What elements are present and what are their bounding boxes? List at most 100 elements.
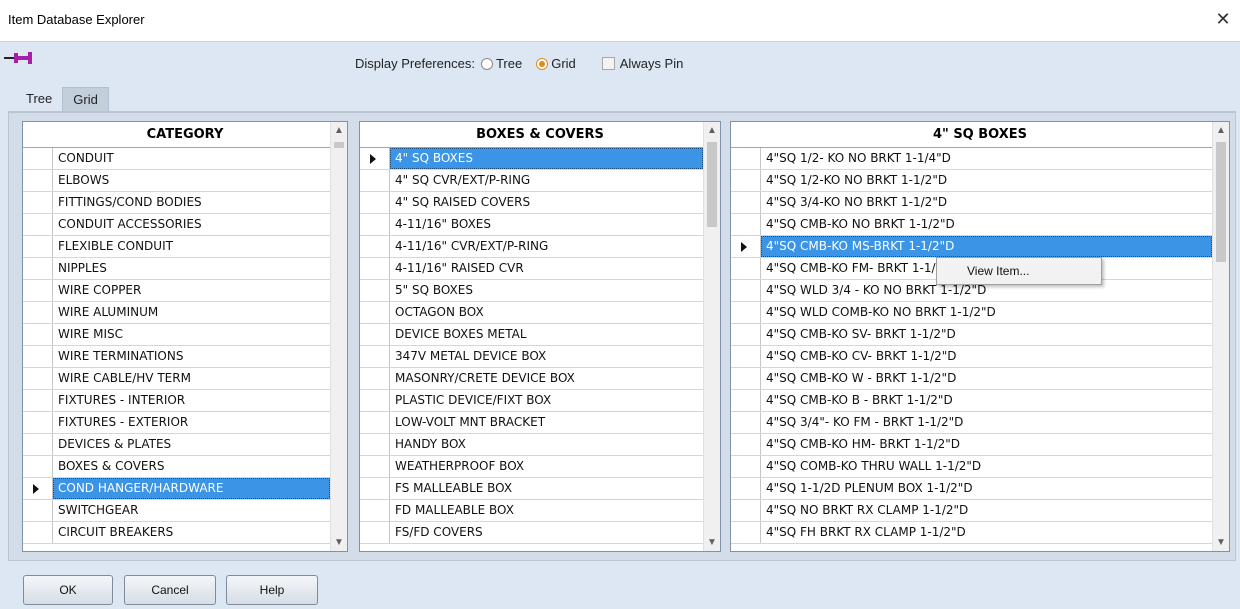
subcategory-row[interactable]: 5" SQ BOXES [360,280,703,302]
subcategory-row[interactable]: LOW-VOLT MNT BRACKET [360,412,703,434]
subcategory-row[interactable]: DEVICE BOXES METAL [360,324,703,346]
row-selector[interactable] [731,192,761,213]
row-selector[interactable] [731,236,761,257]
subcategory-row[interactable]: FS MALLEABLE BOX [360,478,703,500]
item-row[interactable]: 4"SQ NO BRKT RX CLAMP 1-1/2"D [731,500,1212,522]
scroll-thumb[interactable] [1216,142,1226,262]
row-selector[interactable] [731,434,761,455]
category-scrollbar[interactable]: ▲ ▼ [330,122,347,551]
row-selector[interactable] [360,478,390,499]
category-row[interactable]: WIRE ALUMINUM [23,302,330,324]
scroll-down-icon[interactable]: ▼ [331,534,347,551]
category-row[interactable]: WIRE TERMINATIONS [23,346,330,368]
item-row[interactable]: 4"SQ CMB-KO CV- BRKT 1-1/2"D [731,346,1212,368]
row-selector[interactable] [731,478,761,499]
subcategory-scrollbar[interactable]: ▲ ▼ [703,122,720,551]
row-selector[interactable] [23,434,53,455]
row-selector[interactable] [360,390,390,411]
item-row[interactable]: 4"SQ CMB-KO SV- BRKT 1-1/2"D [731,324,1212,346]
row-selector[interactable] [23,170,53,191]
subcategory-row[interactable]: 4-11/16" BOXES [360,214,703,236]
row-selector[interactable] [731,302,761,323]
subcategory-row[interactable]: 4-11/16" RAISED CVR [360,258,703,280]
row-selector[interactable] [731,148,761,169]
close-icon[interactable]: ✕ [1212,8,1234,30]
context-menu-view-item[interactable]: View Item... [967,264,1029,278]
row-selector[interactable] [731,500,761,521]
scroll-up-icon[interactable]: ▲ [1213,122,1229,139]
subcategory-row[interactable]: HANDY BOX [360,434,703,456]
row-selector[interactable] [23,236,53,257]
subcategory-row[interactable]: FS/FD COVERS [360,522,703,544]
row-selector[interactable] [23,148,53,169]
category-row[interactable]: WIRE MISC [23,324,330,346]
row-selector[interactable] [731,214,761,235]
item-row[interactable]: 4"SQ 1/2- KO NO BRKT 1-1/4"D [731,148,1212,170]
row-selector[interactable] [731,170,761,191]
scroll-down-icon[interactable]: ▼ [704,534,720,551]
category-row[interactable]: FLEXIBLE CONDUIT [23,236,330,258]
row-selector[interactable] [731,412,761,433]
row-selector[interactable] [731,456,761,477]
always-pin-box[interactable] [601,57,615,70]
row-selector[interactable] [23,192,53,213]
row-selector[interactable] [360,324,390,345]
item-row[interactable]: 4"SQ 3/4"- KO FM - BRKT 1-1/2"D [731,412,1212,434]
row-selector[interactable] [731,346,761,367]
category-row[interactable]: CONDUIT ACCESSORIES [23,214,330,236]
subcategory-row[interactable]: 347V METAL DEVICE BOX [360,346,703,368]
item-row[interactable]: 4"SQ CMB-KO MS-BRKT 1-1/2"D [731,236,1212,258]
row-selector[interactable] [23,324,53,345]
category-row[interactable]: FIXTURES - EXTERIOR [23,412,330,434]
item-row[interactable]: 4"SQ CMB-KO HM- BRKT 1-1/2"D [731,434,1212,456]
item-row[interactable]: 4"SQ CMB-KO B - BRKT 1-1/2"D [731,390,1212,412]
row-selector[interactable] [23,522,53,543]
row-selector[interactable] [360,412,390,433]
row-selector[interactable] [360,368,390,389]
subcategory-row[interactable]: 4" SQ CVR/EXT/P-RING [360,170,703,192]
ok-button[interactable]: OK [23,575,113,605]
item-row[interactable]: 4"SQ COMB-KO THRU WALL 1-1/2"D [731,456,1212,478]
subcategory-row[interactable]: 4" SQ BOXES [360,148,703,170]
row-selector[interactable] [731,368,761,389]
category-row[interactable]: ELBOWS [23,170,330,192]
item-row[interactable]: 4"SQ 1-1/2D PLENUM BOX 1-1/2"D [731,478,1212,500]
row-selector[interactable] [23,368,53,389]
subcategory-row[interactable]: 4-11/16" CVR/EXT/P-RING [360,236,703,258]
category-row[interactable]: SWITCHGEAR [23,500,330,522]
help-button[interactable]: Help [226,575,318,605]
scroll-up-icon[interactable]: ▲ [331,122,347,139]
subcategory-row[interactable]: FD MALLEABLE BOX [360,500,703,522]
subcategory-row[interactable]: MASONRY/CRETE DEVICE BOX [360,368,703,390]
row-selector[interactable] [360,170,390,191]
subcategory-row[interactable]: WEATHERPROOF BOX [360,456,703,478]
row-selector[interactable] [360,522,390,543]
category-row[interactable]: COND HANGER/HARDWARE [23,478,330,500]
radio-tree-circle[interactable] [480,57,493,70]
subcategory-row[interactable]: PLASTIC DEVICE/FIXT BOX [360,390,703,412]
radio-tree[interactable]: Tree [480,56,522,71]
row-selector[interactable] [360,500,390,521]
row-selector[interactable] [23,412,53,433]
row-selector[interactable] [360,214,390,235]
row-selector[interactable] [360,258,390,279]
tab-tree[interactable]: Tree [16,87,62,111]
row-selector[interactable] [731,390,761,411]
tab-grid[interactable]: Grid [62,87,109,111]
radio-grid[interactable]: Grid [536,56,576,71]
subcategory-row[interactable]: OCTAGON BOX [360,302,703,324]
row-selector[interactable] [360,346,390,367]
scroll-thumb[interactable] [707,142,717,227]
category-row[interactable]: CIRCUIT BREAKERS [23,522,330,544]
radio-grid-circle[interactable] [536,57,549,70]
row-selector[interactable] [731,522,761,543]
pin-icon[interactable] [4,50,38,66]
row-selector[interactable] [23,390,53,411]
item-row[interactable]: 4"SQ FH BRKT RX CLAMP 1-1/2"D [731,522,1212,544]
category-row[interactable]: CONDUIT [23,148,330,170]
item-row[interactable]: 4"SQ CMB-KO NO BRKT 1-1/2"D [731,214,1212,236]
row-selector[interactable] [360,236,390,257]
row-selector[interactable] [360,434,390,455]
cancel-button[interactable]: Cancel [124,575,216,605]
category-row[interactable]: FITTINGS/COND BODIES [23,192,330,214]
